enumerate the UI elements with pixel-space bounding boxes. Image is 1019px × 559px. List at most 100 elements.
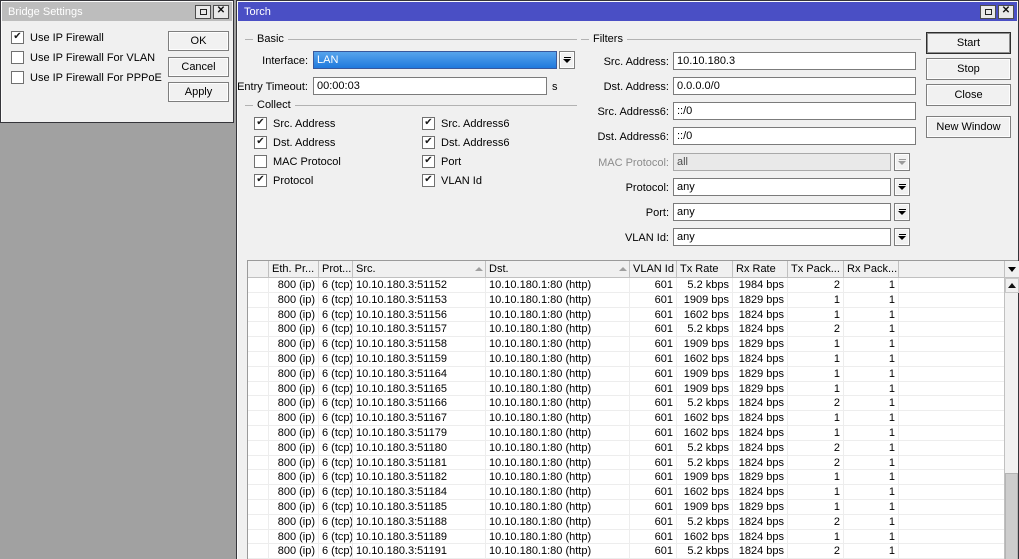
bridge-option-1-checkbox[interactable] <box>11 51 24 64</box>
protocol-select[interactable]: any <box>673 178 891 196</box>
scrollbar-thumb[interactable] <box>1005 473 1018 559</box>
table-row[interactable]: 800 (ip) 6 (tcp) 10.10.180.3:51179 10.10.18… <box>248 425 1005 441</box>
dst-address-input[interactable]: 0.0.0.0/0 <box>673 77 916 95</box>
collect-port-checkbox[interactable]: ✔ <box>422 155 435 168</box>
port-select[interactable]: any <box>673 203 891 221</box>
filler-cell <box>899 499 1005 514</box>
collect-mac-protocol-checkbox[interactable] <box>254 155 267 168</box>
bridge-option-2-checkbox[interactable] <box>11 71 24 84</box>
column-header-tx-pack-[interactable]: Tx Pack... <box>788 261 844 277</box>
table-row[interactable]: 800 (ip) 6 (tcp) 10.10.180.3:51185 10.10.18… <box>248 499 1005 515</box>
cell: 1909 bps <box>677 470 733 485</box>
column-header-dst-[interactable]: Dst. <box>486 261 630 277</box>
table-row[interactable]: 800 (ip) 6 (tcp) 10.10.180.3:51167 10.10.18… <box>248 411 1005 426</box>
cell: 10.10.180.3:51181 <box>353 455 486 470</box>
start-button[interactable]: Start <box>926 32 1011 54</box>
vlan-id-dropdown-button[interactable] <box>894 228 910 246</box>
close-button[interactable]: ✕ <box>213 4 229 19</box>
collect-dst-address6-checkbox[interactable]: ✔ <box>422 136 435 149</box>
table-row[interactable]: 800 (ip) 6 (tcp) 10.10.180.3:51189 10.10.18… <box>248 529 1005 545</box>
table-row[interactable]: 800 (ip) 6 (tcp) 10.10.180.3:51165 10.10.18… <box>248 381 1005 397</box>
column-header-blank-0[interactable] <box>248 261 269 277</box>
maximize-button[interactable] <box>195 4 211 19</box>
table-row[interactable]: 800 (ip) 6 (tcp) 10.10.180.3:51153 10.10.18… <box>248 292 1005 308</box>
cell: 6 (tcp) <box>319 366 353 381</box>
table-row[interactable]: 800 (ip) 6 (tcp) 10.10.180.3:51152 10.10.18… <box>248 278 1005 293</box>
dst-address6-input[interactable]: ::/0 <box>673 127 916 145</box>
cell: 10.10.180.1:80 (http) <box>486 455 630 470</box>
cell: 800 (ip) <box>269 440 319 455</box>
cell: 1 <box>788 499 844 514</box>
scroll-up-button[interactable] <box>1005 278 1019 293</box>
bridge-settings-titlebar[interactable]: Bridge Settings ✕ <box>2 2 232 21</box>
row-select-cell <box>248 337 269 351</box>
column-header-prot-[interactable]: Prot... <box>319 261 353 277</box>
column-header-tx-rate[interactable]: Tx Rate <box>677 261 733 277</box>
table-row[interactable]: 800 (ip) 6 (tcp) 10.10.180.3:51158 10.10.18… <box>248 337 1005 352</box>
cell: 6 (tcp) <box>319 292 353 307</box>
cell: 800 (ip) <box>269 366 319 381</box>
close-button[interactable]: Close <box>926 84 1011 106</box>
close-button[interactable]: ✕ <box>998 4 1014 19</box>
table-row[interactable]: 800 (ip) 6 (tcp) 10.10.180.3:51191 10.10.18… <box>248 544 1005 559</box>
src-address-input[interactable]: 10.10.180.3 <box>673 52 916 70</box>
column-header-eth-pr-[interactable]: Eth. Pr... <box>269 261 319 277</box>
table-row[interactable]: 800 (ip) 6 (tcp) 10.10.180.3:51181 10.10.18… <box>248 455 1005 471</box>
table-row[interactable]: 800 (ip) 6 (tcp) 10.10.180.3:51156 10.10.18… <box>248 307 1005 323</box>
vlan-id-select[interactable]: any <box>673 228 891 246</box>
maximize-button[interactable] <box>980 4 996 19</box>
stop-button[interactable]: Stop <box>926 58 1011 80</box>
cell: 10.10.180.3:51182 <box>353 470 486 485</box>
column-header-vlan-id[interactable]: VLAN Id <box>630 261 677 277</box>
cell: 1824 bps <box>733 529 788 544</box>
collect-group-legend: Collect <box>245 99 577 111</box>
column-header-src-[interactable]: Src. <box>353 261 486 277</box>
table-row[interactable]: 800 (ip) 6 (tcp) 10.10.180.3:51166 10.10.18… <box>248 396 1005 412</box>
collect-src-address6-checkbox[interactable]: ✔ <box>422 117 435 130</box>
ok-button[interactable]: OK <box>168 31 229 51</box>
table-row[interactable]: 800 (ip) 6 (tcp) 10.10.180.3:51164 10.10.18… <box>248 366 1005 382</box>
column-header-rx-rate[interactable]: Rx Rate <box>733 261 788 277</box>
cancel-button[interactable]: Cancel <box>168 57 229 77</box>
bridge-option-0-checkbox[interactable]: ✔ <box>11 31 24 44</box>
cell: 2 <box>788 455 844 470</box>
table-row[interactable]: 800 (ip) 6 (tcp) 10.10.180.3:51157 10.10.18… <box>248 322 1005 338</box>
collect-protocol-checkbox[interactable]: ✔ <box>254 174 267 187</box>
cell: 1824 bps <box>733 544 788 559</box>
column-header-rx-pack-[interactable]: Rx Pack... <box>844 261 899 277</box>
column-select-button[interactable] <box>1005 261 1019 278</box>
cell: 6 (tcp) <box>319 499 353 514</box>
vlan-id-label: VLAN Id: <box>624 232 669 244</box>
table-row[interactable]: 800 (ip) 6 (tcp) 10.10.180.3:51188 10.10.18… <box>248 514 1005 530</box>
new-window-button[interactable]: New Window <box>926 116 1011 138</box>
interface-select[interactable]: LAN <box>313 51 557 69</box>
table-row[interactable]: 800 (ip) 6 (tcp) 10.10.180.3:51180 10.10.18… <box>248 440 1005 456</box>
src-address6-input[interactable]: ::/0 <box>673 102 916 120</box>
cell: 601 <box>630 544 677 559</box>
dropdown-icon <box>898 159 906 160</box>
port-dropdown-button[interactable] <box>894 203 910 221</box>
protocol-dropdown-button[interactable] <box>894 178 910 196</box>
collect-src-address-checkbox[interactable]: ✔ <box>254 117 267 130</box>
row-select-cell <box>248 544 269 559</box>
cell: 800 (ip) <box>269 322 319 337</box>
table-row[interactable]: 800 (ip) 6 (tcp) 10.10.180.3:51159 10.10.18… <box>248 351 1005 367</box>
entry-timeout-input[interactable]: 00:00:03 <box>313 77 547 95</box>
cell: 6 (tcp) <box>319 455 353 470</box>
table-row[interactable]: 800 (ip) 6 (tcp) 10.10.180.3:51182 10.10.18… <box>248 470 1005 486</box>
basic-group-label: Basic <box>257 33 284 45</box>
checkmark-icon: ✔ <box>424 117 433 128</box>
cell: 10.10.180.3:51179 <box>353 425 486 440</box>
collect-vlan-id-checkbox[interactable]: ✔ <box>422 174 435 187</box>
cell: 1 <box>844 455 899 470</box>
cell: 6 (tcp) <box>319 381 353 396</box>
dropdown-icon <box>898 234 906 235</box>
collect-dst-address-checkbox[interactable]: ✔ <box>254 136 267 149</box>
interface-dropdown-button[interactable] <box>559 51 575 69</box>
torch-titlebar[interactable]: Torch ✕ <box>238 2 1017 21</box>
cell: 1 <box>844 381 899 396</box>
table-row[interactable]: 800 (ip) 6 (tcp) 10.10.180.3:51184 10.10.18… <box>248 485 1005 500</box>
table-scrollbar[interactable] <box>1004 261 1019 559</box>
column-header-blank-10[interactable] <box>899 261 1005 277</box>
apply-button[interactable]: Apply <box>168 82 229 102</box>
